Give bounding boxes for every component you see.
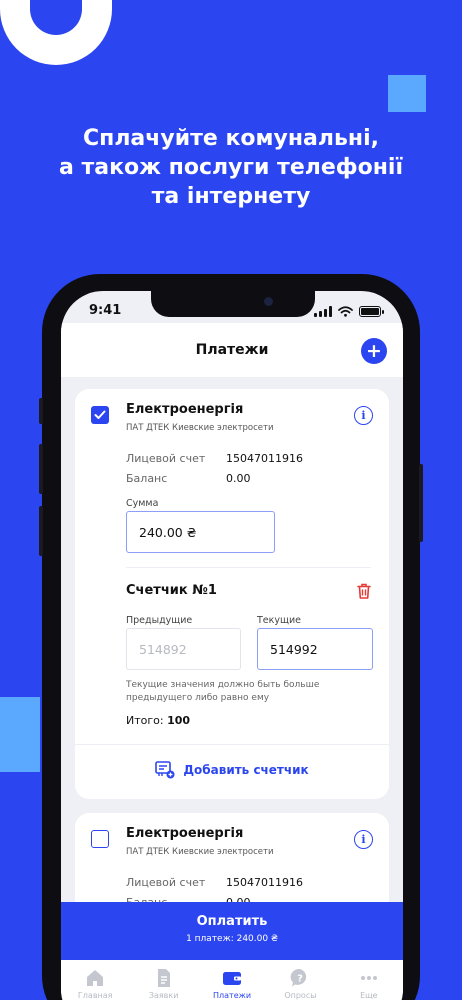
pay-button[interactable]: Оплатить 1 платеж: 240.00 ₴: [61, 902, 403, 960]
tab-home[interactable]: Главная: [61, 960, 129, 1000]
service-title: Електроенергія: [126, 826, 244, 841]
meter-total: Итого: 100: [126, 714, 190, 727]
previous-reading-label: Предыдущие: [126, 615, 193, 626]
trash-icon[interactable]: [357, 583, 371, 599]
wifi-icon: [338, 306, 353, 317]
phone-notch: [151, 291, 315, 317]
current-reading-label: Текущие: [257, 615, 301, 626]
tab-requests[interactable]: Заявки: [129, 960, 197, 1000]
phone-mute-switch: [39, 398, 43, 424]
status-time: 9:41: [89, 303, 122, 318]
info-icon[interactable]: i: [354, 406, 373, 425]
home-icon: [87, 970, 104, 986]
meter-title: Счетчик №1: [126, 583, 217, 598]
camera-icon: [264, 297, 273, 306]
divider: [126, 567, 371, 568]
meter-add-icon: [155, 761, 175, 779]
phone-power-button: [419, 464, 423, 542]
phone-volume-down: [39, 506, 43, 556]
tab-payments[interactable]: Платежи: [198, 960, 266, 1000]
total-value: 100: [167, 714, 191, 727]
tab-more[interactable]: Еще: [335, 960, 403, 1000]
balance-value: 0.00: [226, 472, 251, 485]
account-value: 15047011916: [226, 876, 303, 889]
account-value: 15047011916: [226, 452, 303, 465]
tab-label: Еще: [360, 991, 378, 1000]
phone-frame: 9:41 Платежи + Електроенергія ПАТ ДТЕК К…: [39, 274, 423, 1000]
current-reading-input[interactable]: 514992: [257, 628, 373, 670]
decorative-square-left: [0, 697, 40, 772]
service-title: Електроенергія: [126, 402, 244, 417]
tab-label: Платежи: [213, 991, 252, 1000]
status-icons: [314, 306, 384, 317]
pay-button-label: Оплатить: [196, 914, 268, 929]
validation-hint: Текущие значения должно быть больше пред…: [126, 680, 320, 703]
payment-checkbox-unchecked[interactable]: [91, 830, 109, 848]
total-label: Итого:: [126, 714, 164, 727]
decorative-logo-shape: [0, 0, 112, 65]
tab-label: Главная: [77, 991, 113, 1000]
previous-reading-input: 514892: [126, 628, 241, 670]
balance-label: Баланс: [126, 472, 168, 485]
payment-checkbox-checked[interactable]: [91, 406, 109, 424]
add-payment-button[interactable]: +: [361, 338, 387, 364]
divider: [75, 744, 389, 745]
account-label: Лицевой счет: [126, 452, 206, 465]
add-meter-button[interactable]: Добавить счетчик: [75, 761, 389, 779]
info-icon[interactable]: i: [354, 830, 373, 849]
app-header: Платежи +: [61, 323, 403, 377]
headline-line-3: та інтернету: [151, 184, 311, 209]
provider-name: ПАТ ДТЕК Киевские электросети: [126, 847, 274, 857]
provider-name: ПАТ ДТЕК Киевские электросети: [126, 423, 274, 433]
svg-text:?: ?: [298, 974, 304, 985]
payment-card: Електроенергія ПАТ ДТЕК Киевские электро…: [75, 389, 389, 799]
pay-summary: 1 платеж: 240.00 ₴: [186, 934, 278, 944]
document-icon: [157, 969, 170, 987]
signal-icon: [314, 306, 332, 317]
add-meter-label: Добавить счетчик: [183, 763, 309, 777]
decorative-square: [388, 75, 426, 112]
tab-bar: Главная Заявки Платежи ? Опросы Еще: [61, 960, 403, 1000]
account-label: Лицевой счет: [126, 876, 206, 889]
headline-line-1: Сплачуйте комунальні,: [82, 126, 380, 151]
tab-polls[interactable]: ? Опросы: [266, 960, 334, 1000]
amount-input[interactable]: 240.00 ₴: [126, 511, 275, 553]
headline: Сплачуйте комунальні, а також послуги те…: [0, 124, 462, 211]
phone-screen: 9:41 Платежи + Електроенергія ПАТ ДТЕК К…: [61, 291, 403, 1000]
battery-icon: [359, 306, 384, 317]
more-icon: [360, 976, 377, 980]
check-icon: [94, 410, 106, 419]
tab-label: Опросы: [284, 991, 317, 1000]
amount-label: Сумма: [126, 498, 159, 509]
question-icon: ?: [291, 968, 307, 987]
page-title: Платежи: [195, 342, 269, 358]
wallet-icon: [223, 972, 242, 985]
headline-line-2: а також послуги телефонії: [58, 155, 403, 180]
phone-volume-up: [39, 444, 43, 494]
tab-label: Заявки: [148, 991, 179, 1000]
